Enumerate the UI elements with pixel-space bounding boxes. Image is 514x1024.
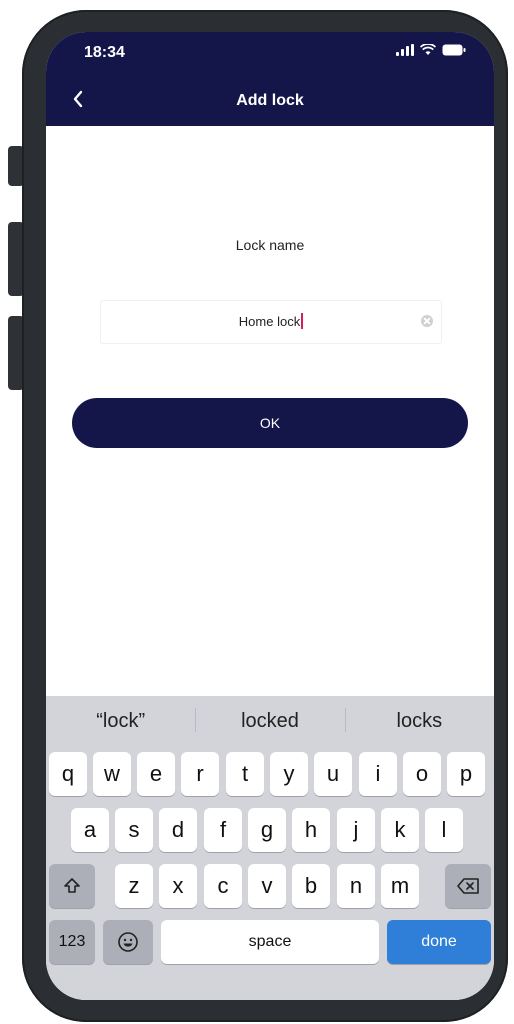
key-m[interactable]: m <box>381 864 419 908</box>
shift-icon <box>64 878 80 893</box>
key-n[interactable]: n <box>337 864 375 908</box>
emoji-icon <box>118 932 138 952</box>
space-key[interactable]: space <box>161 920 379 964</box>
text-caret <box>301 313 304 329</box>
emoji-key[interactable] <box>103 920 153 964</box>
key-l[interactable]: l <box>425 808 463 852</box>
key-r[interactable]: r <box>181 752 219 796</box>
suggestion-locked[interactable]: locked <box>195 696 344 746</box>
phone-screen: 18:34 Add lock Lock name Home lock OK “l… <box>46 32 494 1000</box>
lock-name-input-value: Home lock <box>238 314 301 329</box>
key-x[interactable]: x <box>159 864 197 908</box>
status-icons <box>396 44 466 56</box>
lock-name-label: Lock name <box>235 237 305 253</box>
key-c[interactable]: c <box>204 864 242 908</box>
navigation-bar: 18:34 Add lock <box>46 32 494 126</box>
done-key[interactable]: done <box>387 920 491 964</box>
status-time: 18:34 <box>84 44 125 61</box>
numbers-key[interactable]: 123 <box>49 920 95 964</box>
key-k[interactable]: k <box>381 808 419 852</box>
key-t[interactable]: t <box>226 752 264 796</box>
key-a[interactable]: a <box>71 808 109 852</box>
wifi-icon <box>420 44 436 56</box>
key-e[interactable]: e <box>137 752 175 796</box>
key-j[interactable]: j <box>337 808 375 852</box>
lock-name-input-text-wrap: Home lock <box>101 313 441 329</box>
key-f[interactable]: f <box>204 808 242 852</box>
shift-key[interactable] <box>49 864 95 908</box>
key-b[interactable]: b <box>292 864 330 908</box>
signal-icon <box>396 44 414 56</box>
battery-icon <box>442 44 466 56</box>
key-o[interactable]: o <box>403 752 441 796</box>
ok-button[interactable]: OK <box>72 398 468 448</box>
keyboard: “lock” locked locks q w e r t y u i o p … <box>46 696 494 1000</box>
delete-key[interactable] <box>445 864 491 908</box>
key-i[interactable]: i <box>359 752 397 796</box>
key-g[interactable]: g <box>248 808 286 852</box>
suggestion-bar: “lock” locked locks <box>46 696 494 746</box>
key-v[interactable]: v <box>248 864 286 908</box>
key-p[interactable]: p <box>447 752 485 796</box>
key-w[interactable]: w <box>93 752 131 796</box>
suggestion-lock-quoted[interactable]: “lock” <box>46 696 195 746</box>
suggestion-locks[interactable]: locks <box>344 696 494 746</box>
key-s[interactable]: s <box>115 808 153 852</box>
key-u[interactable]: u <box>314 752 352 796</box>
page-title: Add lock <box>236 92 304 109</box>
clear-icon[interactable] <box>421 315 433 327</box>
key-y[interactable]: y <box>270 752 308 796</box>
key-d[interactable]: d <box>159 808 197 852</box>
lock-name-input[interactable]: Home lock <box>100 300 442 344</box>
key-h[interactable]: h <box>292 808 330 852</box>
key-q[interactable]: q <box>49 752 87 796</box>
backspace-icon <box>457 878 479 894</box>
key-z[interactable]: z <box>115 864 153 908</box>
